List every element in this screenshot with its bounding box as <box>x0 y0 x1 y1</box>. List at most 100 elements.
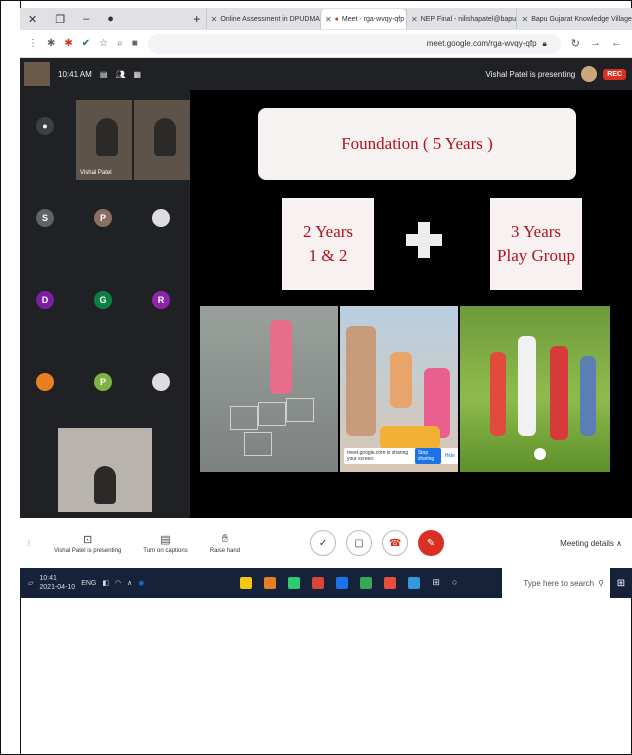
box-three-years: 3 Years Play Group <box>490 198 582 290</box>
control-bar-left: ⋮ ⊡ Vishal Patel is presenting ▤ Turn on… <box>20 533 240 554</box>
url-text: meet.google.com/rga-wvqy-qfp <box>426 39 537 48</box>
camera-icon[interactable]: ■ <box>132 38 138 49</box>
more-options-icon[interactable]: ⋮ <box>26 540 32 547</box>
cortana-icon[interactable]: ○ <box>452 577 457 589</box>
navigation-buttons: ↻ → ← <box>561 37 632 50</box>
activities-icon[interactable]: ▦ <box>134 70 142 79</box>
close-tab-icon[interactable]: ✕ <box>211 15 218 24</box>
more-menu-icon[interactable]: ⋮ <box>28 38 38 49</box>
child-figure <box>270 320 292 394</box>
tab-meet[interactable]: ✕ ● Meet - rga-wvqy-qfp ■ <box>319 9 406 29</box>
user-photo-avatar: ● <box>36 117 54 135</box>
box-line: Play Group <box>497 246 575 265</box>
address-bar[interactable]: meet.google.com/rga-wvqy-qfp 🔒︎ <box>147 33 561 54</box>
app-icon[interactable] <box>288 577 301 589</box>
clock[interactable]: 10:41 2021-04-10 <box>39 574 75 592</box>
participant-grid: ● Vishal Patel S P D G R P <box>20 90 190 518</box>
control-bar-center: ✓ ▢ ☎︎ ✎ <box>310 530 445 556</box>
captions-label: Turn on captions <box>143 547 188 554</box>
self-video-tile[interactable] <box>58 428 152 512</box>
self-view-thumbnail[interactable] <box>24 62 50 86</box>
task-view-icon[interactable]: ⊞ <box>432 577 440 589</box>
app-icon[interactable] <box>384 577 397 589</box>
leave-call-button[interactable]: ☎︎ <box>382 530 409 556</box>
presenting-control[interactable]: ⊡ Vishal Patel is presenting <box>54 533 121 554</box>
mic-button[interactable]: ✓ <box>310 530 337 556</box>
close-window-icon[interactable]: ✕ <box>28 13 37 26</box>
minimize-icon[interactable]: – <box>83 13 89 26</box>
video-tile-vishal[interactable]: Vishal Patel <box>76 100 132 180</box>
app-icon[interactable] <box>408 577 421 589</box>
volume-icon[interactable]: ◧ <box>102 579 109 587</box>
tab-nep-final[interactable]: ✕ NEP Final - nilishapatel@bapu M <box>406 9 516 29</box>
child-figure <box>490 352 506 436</box>
extension-green-icon[interactable]: ✔ <box>82 38 90 49</box>
app-icon[interactable] <box>360 577 373 589</box>
chrome-icon[interactable] <box>312 577 325 589</box>
app-icon[interactable] <box>336 577 349 589</box>
tab-assessment[interactable]: ✕ Online Assessment in DPUDMA M <box>205 9 320 29</box>
mute-button[interactable]: ✎ <box>418 530 445 556</box>
reload-icon[interactable]: ↻ <box>571 37 580 50</box>
taskbar-search[interactable]: Type here to search ⚲ <box>502 568 610 598</box>
stop-sharing-button[interactable]: Stop sharing <box>414 448 441 464</box>
chalk-square <box>258 402 286 426</box>
participant-tile[interactable]: P <box>78 182 128 254</box>
app-icon[interactable] <box>240 577 253 589</box>
lock-icon: 🔒︎ <box>542 38 547 48</box>
participant-tile[interactable] <box>136 346 186 418</box>
participant-tile[interactable]: D <box>20 264 70 336</box>
video-tile-participant[interactable] <box>134 100 190 180</box>
chevron-up-icon: ∧ <box>616 538 622 548</box>
participant-avatar: P <box>94 209 112 227</box>
participant-tile[interactable] <box>136 182 186 254</box>
chalk-square <box>244 432 272 456</box>
close-tab-icon[interactable]: ✕ <box>521 15 528 24</box>
raise-hand-control[interactable]: ✋︎ Raise hand <box>210 533 240 554</box>
hide-button[interactable]: Hide <box>445 453 455 459</box>
wifi-icon[interactable]: ◠ <box>115 579 121 587</box>
zoom-icon[interactable]: ⌕ <box>117 38 123 49</box>
hand-icon: ✋︎ <box>221 532 229 545</box>
participant-tile[interactable]: S <box>20 182 70 254</box>
people-icon[interactable]: 👥︎ <box>115 70 125 79</box>
participant-tile[interactable]: ● <box>20 96 70 156</box>
user-photo-avatar <box>152 209 170 227</box>
windows-start-icon[interactable]: ⊞ <box>610 568 632 598</box>
meeting-details-button[interactable]: Meeting details ∧ <box>560 539 632 548</box>
chat-icon[interactable]: ▤ <box>100 70 108 79</box>
bookmark-star-icon[interactable]: ☆ <box>99 38 108 49</box>
language-indicator[interactable]: ENG <box>81 580 96 587</box>
extension-icon[interactable]: ✱ <box>47 38 55 49</box>
close-tab-icon[interactable]: ✕ <box>411 15 418 24</box>
recording-badge: REC <box>603 68 626 80</box>
participant-avatar: R <box>152 291 170 309</box>
tab-bapu-gujarat[interactable]: ✕ Bapu Gujarat Knowledge Village ◉ <box>516 9 632 29</box>
app-tray-icon[interactable]: ◉ <box>138 579 144 587</box>
video-tile-label: Vishal Patel <box>80 170 112 176</box>
camera-button[interactable]: ▢ <box>346 530 373 556</box>
extension-red-icon[interactable]: ✱ <box>64 38 72 49</box>
maximize-icon[interactable]: ❐ <box>55 13 65 26</box>
notification-icon[interactable]: ▱ <box>28 579 33 587</box>
chalk-square <box>286 398 314 422</box>
forward-icon[interactable]: → <box>590 37 601 50</box>
meet-topbar-right: Vishal Patel is presenting REC <box>486 66 632 82</box>
close-tab-icon[interactable]: ✕ <box>325 15 332 24</box>
back-icon[interactable]: ← <box>611 37 622 50</box>
participant-tile[interactable]: G <box>78 264 128 336</box>
child-figure <box>580 356 596 436</box>
tray-chevron-icon[interactable]: ∧ <box>127 579 132 587</box>
share-notice-text: meet.google.com is sharing your screen. <box>347 450 409 462</box>
mic-off-icon: ✎ <box>426 537 436 549</box>
new-tab-button[interactable]: + <box>188 12 206 26</box>
participant-tile[interactable]: R <box>136 264 186 336</box>
meet-topbar: 10:41 AM ▤ 👥︎ ▦ Vishal Patel is presenti… <box>20 58 632 90</box>
participant-tile[interactable]: P <box>78 346 128 418</box>
chrome-menu-icon[interactable]: ● <box>107 13 114 26</box>
child-figure <box>390 352 412 408</box>
captions-control[interactable]: ▤ Turn on captions <box>143 533 187 554</box>
app-icon[interactable] <box>264 577 277 589</box>
participant-tile[interactable] <box>20 346 70 418</box>
person-figure <box>96 118 118 156</box>
